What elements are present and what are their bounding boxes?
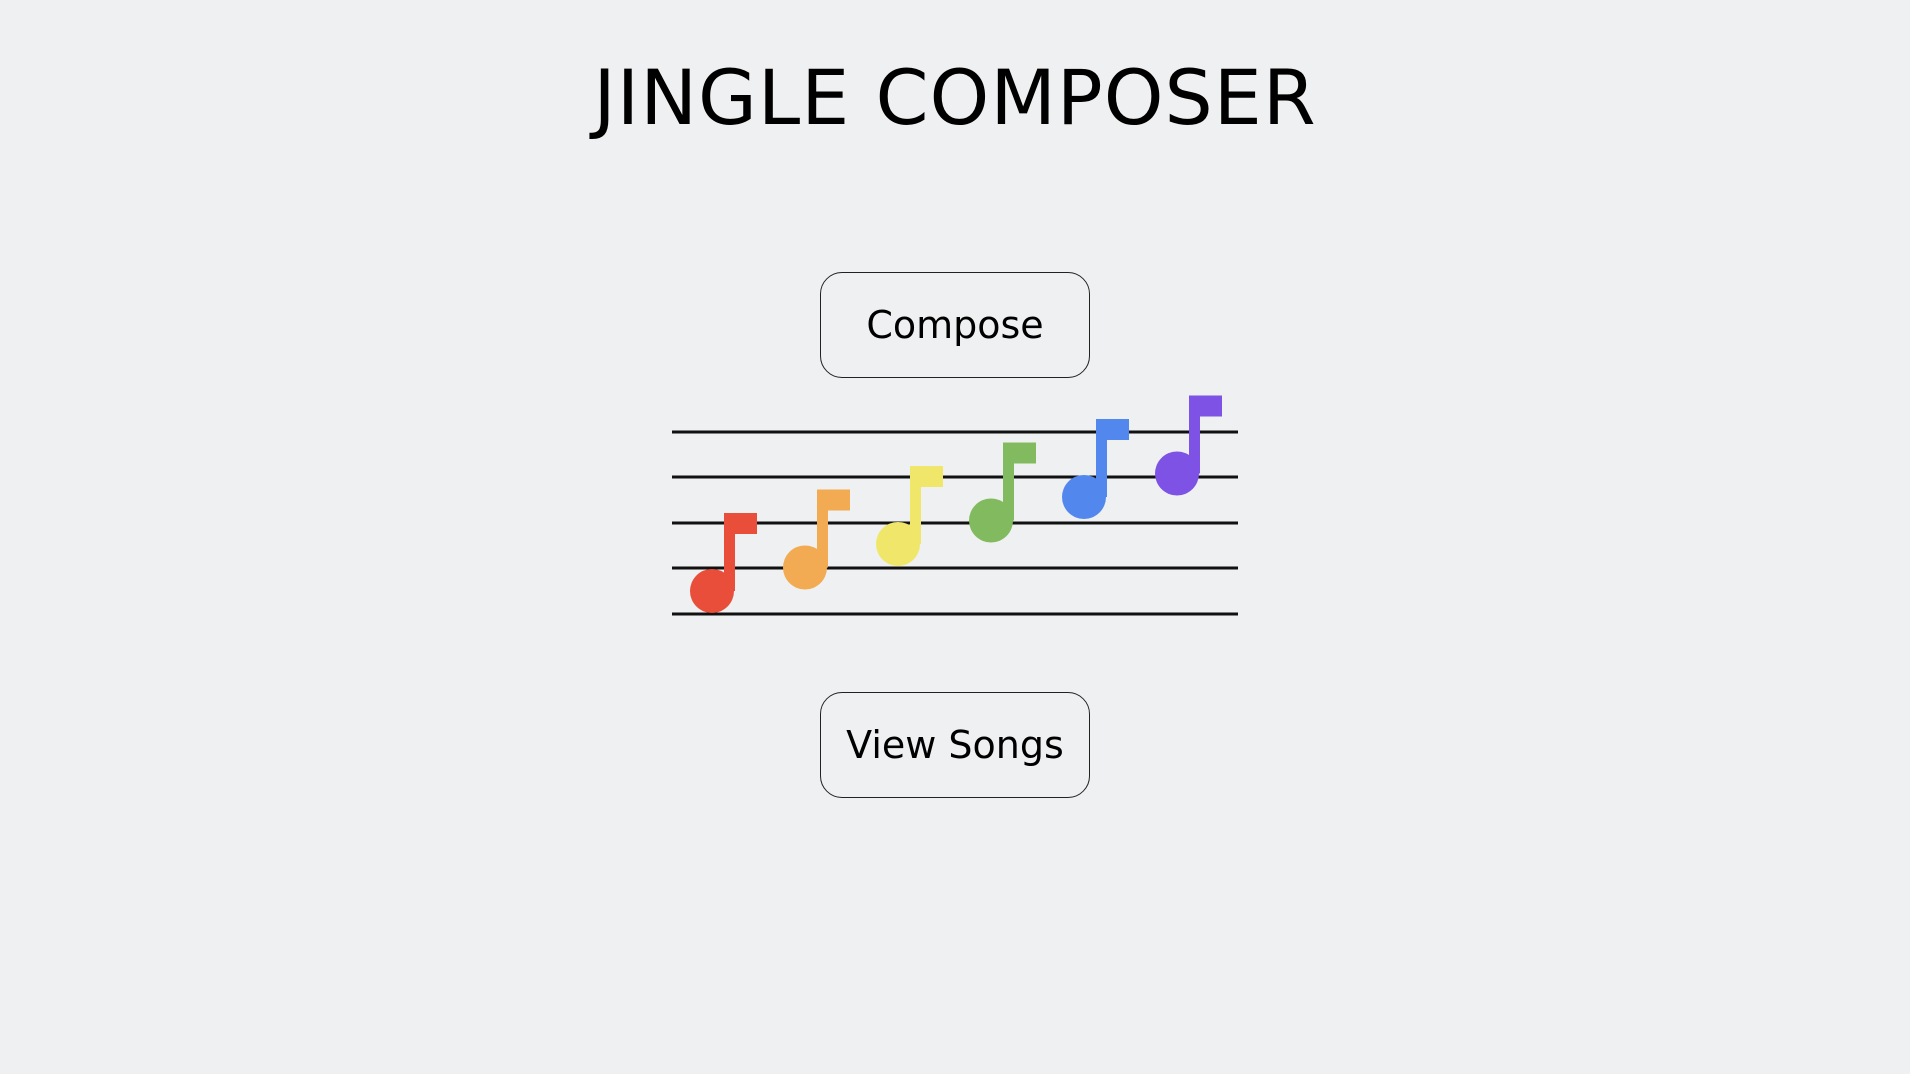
- note-flag: [724, 513, 757, 534]
- note-head: [1062, 475, 1106, 519]
- note-flag: [910, 466, 943, 487]
- view-songs-button[interactable]: View Songs: [820, 692, 1090, 798]
- note-flag: [1189, 395, 1222, 417]
- music-note-icon: [1062, 419, 1129, 519]
- note-head: [969, 498, 1013, 543]
- music-note-icon: [876, 466, 943, 566]
- music-note-icon: [783, 489, 850, 590]
- note-head: [783, 545, 827, 590]
- home-screen: JINGLE COMPOSER Compose View Songs: [0, 0, 1910, 1074]
- music-notes: [690, 395, 1222, 613]
- note-head: [1155, 451, 1199, 496]
- note-head: [690, 569, 734, 613]
- music-note-icon: [1155, 395, 1222, 496]
- note-flag: [1096, 419, 1129, 440]
- note-flag: [1003, 442, 1036, 464]
- music-note-icon: [969, 442, 1036, 543]
- music-staff-illustration: [672, 395, 1238, 616]
- music-note-icon: [690, 513, 757, 613]
- note-flag: [817, 489, 850, 511]
- note-head: [876, 522, 920, 566]
